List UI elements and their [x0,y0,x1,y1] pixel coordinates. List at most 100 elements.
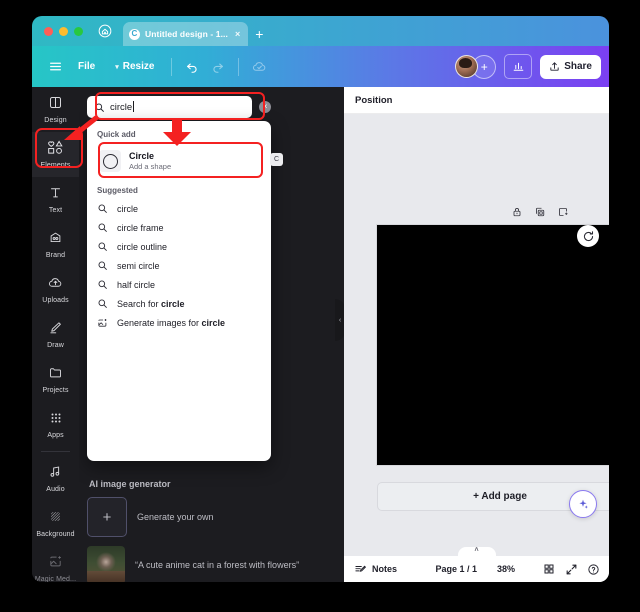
file-menu-button[interactable]: File [68,56,105,77]
search-icon [97,241,108,252]
canva-logo-icon: C [129,28,140,40]
projects-icon [48,365,63,385]
notes-icon [354,563,367,576]
cloud-saved-icon[interactable] [246,54,272,80]
keyboard-shortcut-badge: C [270,153,283,166]
add-page-icon[interactable] [557,205,569,223]
sidebar-item-label: Draw [47,342,64,349]
suggestion-prefix: Generate images for [117,317,202,328]
suggestion-query: circle [161,298,185,309]
close-window-button[interactable] [44,26,53,36]
position-button[interactable]: Position [355,95,392,106]
suggestion-item[interactable]: circle [87,199,271,218]
page-indicator[interactable]: Page 1 / 1 [435,564,477,574]
sidebar-item-projects[interactable]: Projects [32,357,79,402]
timeline-expand-handle[interactable]: ˄ [457,547,496,557]
zoom-level[interactable]: 38% [497,564,515,574]
generate-image-icon [97,317,108,328]
editor-area: Position + Add page ˄ Notes Page 1 / 1 3… [344,87,609,582]
elements-icon [47,140,64,160]
sidebar-item-brand[interactable]: Brand [32,222,79,267]
new-tab-button[interactable]: + [248,22,270,46]
status-bar: ˄ Notes Page 1 / 1 38% [344,547,609,582]
maximize-window-button[interactable] [74,26,83,36]
suggestion-label: half circle [117,279,156,290]
sidebar-item-label: Text [48,207,63,214]
toolbar-divider [171,57,173,76]
home-icon[interactable] [93,16,117,46]
sidebar-item-label: Background [36,531,75,538]
sidebar-item-label: Brand [45,252,66,259]
sidebar-item-draw[interactable]: Draw [32,312,79,357]
insights-chart-icon[interactable] [504,54,533,79]
notes-label: Notes [372,564,398,574]
suggestion-item[interactable]: semi circle [87,256,271,275]
sidebar-item-uploads[interactable]: Uploads [32,267,79,312]
minimize-window-button[interactable] [59,26,68,36]
hamburger-icon[interactable] [42,54,68,80]
undo-icon[interactable] [179,54,205,80]
prompt-suggestion-row[interactable]: “A cute anime cat in a forest with flowe… [87,546,336,582]
sidebar-item-audio[interactable]: Audio [32,456,79,501]
design-icon [48,95,63,115]
cat-forest-thumbnail [87,546,125,582]
search-row: circle × [87,96,271,118]
sidebar-item-apps[interactable]: Apps [32,402,79,447]
grid-view-icon[interactable] [541,561,557,577]
design-artboard[interactable] [377,225,609,465]
share-button[interactable]: Share [540,54,601,79]
sidebar-item-elements[interactable]: Elements [32,132,79,177]
quick-add-heading: Quick add [97,130,136,139]
panel-collapse-handle[interactable]: ‹ [335,299,344,341]
rotate-icon[interactable] [577,225,599,247]
suggestion-item-search-for[interactable]: Search for circle [87,294,271,313]
editor-toolbar: Position [344,87,609,114]
help-icon[interactable] [585,561,601,577]
canvas-area[interactable]: + Add page [344,114,609,556]
suggestion-item[interactable]: circle outline [87,237,271,256]
clear-x-icon[interactable]: × [259,101,271,113]
suggestion-item[interactable]: circle frame [87,218,271,237]
suggestion-item-generate-images[interactable]: Generate images for circle [87,313,271,332]
duplicate-page-icon[interactable] [534,205,546,223]
ai-image-generator-heading: AI image generator [89,479,171,489]
tab-title: Untitled design - 1... [145,29,228,39]
sidebar-item-label: Apps [47,431,64,439]
circle-shape-icon [99,150,121,172]
fullscreen-icon[interactable] [563,561,579,577]
toolbar-divider-2 [238,57,240,76]
sidebar-item-label: Uploads [42,297,69,304]
apps-grid-icon [49,411,63,430]
close-icon[interactable]: × [233,29,242,39]
audio-icon [48,464,63,484]
sidebar-item-magic-media[interactable]: Magic Med... [32,546,79,582]
sidebar-item-label: Projects [42,387,69,394]
lock-icon[interactable] [511,205,523,223]
share-upload-icon [549,61,560,72]
search-input-value: circle [110,101,135,113]
resize-menu-button[interactable]: ▾ Resize [105,56,164,77]
search-input[interactable]: circle [87,96,253,118]
crown-icon: ▾ [115,63,119,71]
panel-lower-content: AI image generator + Generate your own “… [79,469,344,582]
quick-add-title: Circle [129,151,155,161]
browser-tab[interactable]: C Untitled design - 1... × [123,22,249,46]
redo-icon[interactable] [205,54,231,80]
app-toolbar: File ▾ Resize + Share [32,46,609,87]
search-suggestions-dropdown: Quick add Circle Add a shape C Suggested… [87,121,283,461]
sidebar-item-text[interactable]: Text [32,177,79,222]
suggestion-prefix: Search for [117,298,162,309]
text-icon [48,185,63,205]
generate-your-own-row[interactable]: + Generate your own [87,497,336,537]
sidebar-item-label: Magic Med... [34,576,77,582]
sidebar-item-background[interactable]: Background [32,501,79,546]
magic-sparkle-icon[interactable] [569,490,597,518]
quick-add-circle[interactable]: Circle Add a shape C [93,145,283,177]
brand-icon [48,230,63,250]
notes-button[interactable]: Notes [354,563,397,576]
search-icon [94,102,105,113]
suggestion-item[interactable]: half circle [87,275,271,294]
sidebar-item-design[interactable]: Design [32,87,79,132]
prompt-text: “A cute anime cat in a forest with flowe… [135,559,300,570]
suggestion-label: semi circle [117,260,160,271]
